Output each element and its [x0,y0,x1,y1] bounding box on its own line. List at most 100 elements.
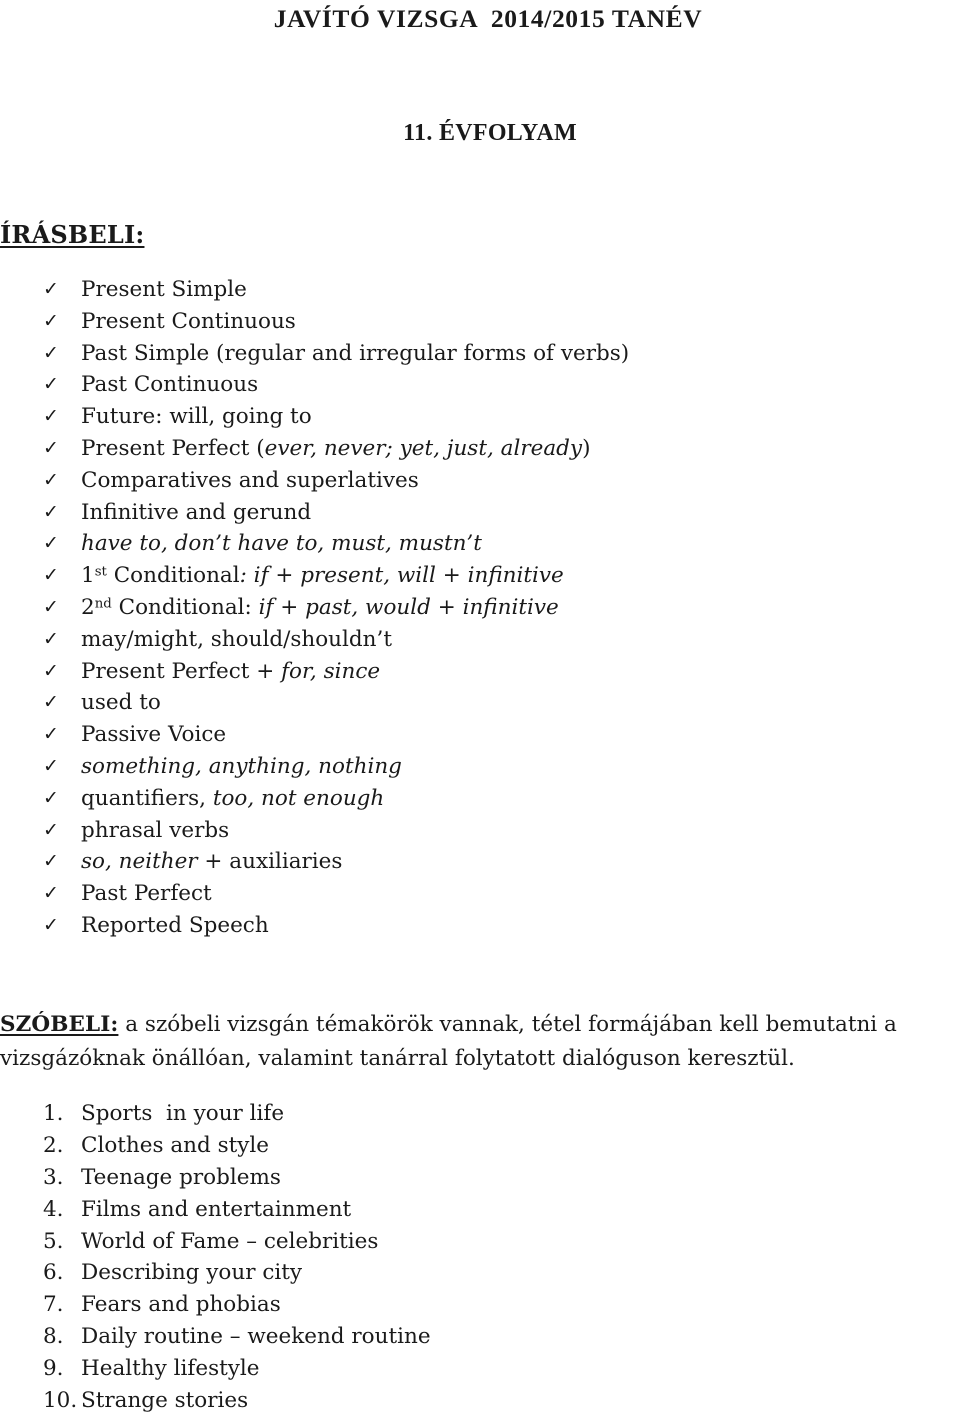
list-item-number: 10. [43,1388,78,1414]
page-title: JAVÍTÓ VIZSGA 2014/2015 TANÉV [273,4,703,33]
oral-topics-list: 1. Sports in your life 2. Clothes and style… [0,1098,960,1417]
list-item: ✓ Infinitive and gerund [0,497,960,529]
written-topic-label: so, neither + auxiliaries [81,846,342,878]
written-topic-label: 1st Conditional: if + present, will + in… [81,560,564,592]
oral-topic-label: Strange stories [81,1388,249,1414]
written-topic-label: Reported Speech [81,910,269,942]
check-icon: ✓ [43,468,59,491]
oral-topic-label: Daily routine – weekend routine [81,1324,431,1350]
text-run: ever, never; yet, just, already [264,435,583,461]
grade-subtitle: 11. ÉVFOLYAM [403,120,577,146]
written-topic-label: Infinitive and gerund [81,497,311,529]
check-icon: ✓ [43,278,59,300]
text-run: so, neither [81,849,198,875]
check-icon: ✓ [43,564,59,587]
list-item: 1. Sports in your life [0,1098,960,1130]
check-icon: ✓ [43,786,59,809]
text-run: Comparatives and superlatives [81,467,419,493]
text-run: 2 [81,594,95,620]
written-topic-label: may/might, should/shouldn’t [81,624,392,656]
text-run: Conditional: [111,594,259,620]
text-run: phrasal verbs [81,817,230,843]
list-item-number: 5. [43,1228,64,1254]
list-item: ✓ so, neither + auxiliaries [0,846,960,878]
written-topic-label: quantifiers, too, not enough [81,783,384,815]
list-item: ✓ Future: will, going to [0,401,960,433]
written-topic-label: Present Perfect + for, since [81,656,380,688]
document-page: JAVÍTÓ VIZSGA 2014/2015 TANÉV 11. ÉVFOLY… [0,0,960,1415]
check-icon: ✓ [43,595,59,618]
check-icon: ✓ [43,850,59,873]
written-topic-label: something, anything, nothing [81,751,402,783]
list-item: 9. Healthy lifestyle [0,1353,960,1385]
written-topic-label: Comparatives and superlatives [81,465,419,497]
check-icon: ✓ [43,373,59,396]
oral-topic-label: Healthy lifestyle [81,1356,260,1382]
text-run: for, since [281,658,381,684]
text-run: : if + present, will + infinitive [239,563,564,589]
check-icon: ✓ [43,754,59,777]
oral-topic-label: Teenage problems [81,1164,281,1190]
text-run: too, not enough [212,785,385,811]
text-run: quantifiers, [81,785,213,811]
text-run: if + past, would + infinitive [258,594,559,620]
written-topic-label: Past Continuous [81,369,258,401]
check-icon: ✓ [43,913,59,936]
list-item: ✓ may/might, should/shouldn’t [0,624,960,656]
text-run: Future: will, going to [81,404,312,430]
oral-section-paragraph: SZÓBELI: a szóbeli vizsgán témakörök van… [0,1008,960,1076]
text-run: Infinitive and gerund [81,499,312,525]
written-topic-label: phrasal verbs [81,815,229,847]
text-run: Present Perfect ( [81,435,265,461]
list-item: ✓ have to, don’t have to, must, mustn’t [0,528,960,560]
list-item: ✓ Past Simple (regular and irregular form… [0,338,960,370]
written-topic-label: Present Perfect (ever, never; yet, just,… [81,433,590,465]
check-icon: ✓ [43,659,59,682]
list-item: ✓ Reported Speech [0,910,960,942]
oral-topic-label: Films and entertainment [81,1196,352,1222]
written-topic-label: Future: will, going to [81,401,312,433]
written-topic-label: used to [81,687,161,719]
text-run: something, anything, nothing [81,753,402,779]
list-item: ✓ quantifiers, too, not enough [0,783,960,815]
check-icon: ✓ [43,405,59,428]
check-icon: ✓ [43,691,59,714]
written-topics-list: ✓ Present Simple ✓ Present Continuous ✓ Past … [0,274,960,942]
list-item: ✓ Present Perfect + for, since [0,656,960,688]
list-item: ✓ Passive Voice [0,719,960,751]
check-icon: ✓ [43,882,59,905]
written-topic-label: Passive Voice [81,719,226,751]
list-item: ✓ phrasal verbs [0,815,960,847]
list-item: 5. World of Fame – celebrities [0,1226,960,1258]
text-run: Present Simple [81,277,247,302]
check-icon: ✓ [43,309,59,332]
list-item: 3. Teenage problems [0,1162,960,1194]
oral-topic-label: Sports in your life [81,1101,285,1126]
check-icon: ✓ [43,436,59,459]
written-topic-label: 2nd Conditional: if + past, would + infi… [81,592,559,624]
check-icon: ✓ [43,532,59,555]
list-item-number: 4. [43,1196,64,1222]
list-item-number: 6. [43,1260,64,1286]
text-run: Present Perfect + [81,658,282,684]
text-run: + auxiliaries [197,849,343,875]
written-topic-label: Present Simple [81,274,247,306]
list-item-number: 2. [43,1132,64,1158]
list-item: 8. Daily routine – weekend routine [0,1321,960,1353]
text-run: ) [582,435,591,461]
oral-section-heading: SZÓBELI: [0,1012,119,1037]
check-icon: ✓ [43,627,59,650]
text-run: st [94,564,107,580]
list-item: 10. Strange stories [0,1385,960,1417]
check-icon: ✓ [43,341,59,364]
list-item: ✓ used to [0,687,960,719]
list-item-number: 9. [43,1356,64,1382]
list-item: 6. Describing your city [0,1257,960,1289]
list-item: ✓ 1st Conditional: if + present, will + i… [0,560,960,592]
written-topic-label: have to, don’t have to, must, mustn’t [81,528,482,560]
check-icon: ✓ [43,500,59,523]
written-topic-label: Past Simple (regular and irregular forms… [81,338,629,370]
text-run: 1 [81,563,95,589]
oral-section-description: a szóbeli vizsgán témakörök vannak, téte… [0,1012,897,1071]
written-section-heading: ÍRÁSBELI: [0,220,145,249]
